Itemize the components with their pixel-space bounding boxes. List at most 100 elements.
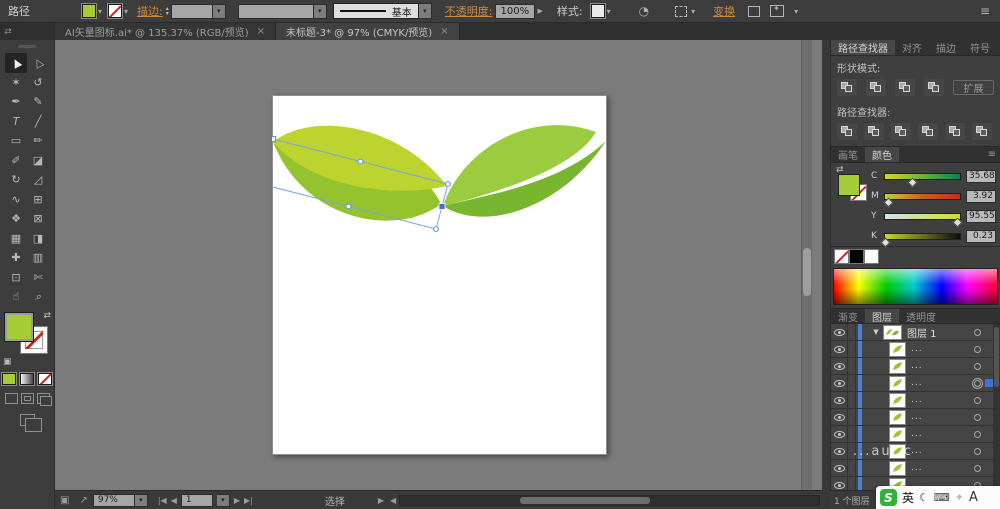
artboard-number-input[interactable]: 1 bbox=[181, 494, 213, 507]
default-fill-stroke-icon[interactable]: ▣ bbox=[3, 357, 12, 367]
horizontal-scrollbar[interactable]: ▶ ◀ bbox=[375, 494, 822, 507]
object-thumbnail[interactable] bbox=[890, 360, 905, 373]
visibility-cell[interactable] bbox=[831, 341, 848, 357]
document-tab[interactable]: AI矢量图标.ai* @ 135.37% (RGB/预览) × bbox=[55, 23, 276, 40]
target-circle-icon[interactable] bbox=[974, 465, 981, 472]
first-artboard-button[interactable]: |◀ bbox=[158, 496, 167, 505]
scroll-right-arrow-icon[interactable]: ▶ bbox=[375, 496, 387, 505]
channel-value-input[interactable]: 95.55 bbox=[966, 210, 996, 223]
stroke-dropdown-icon[interactable]: ▾ bbox=[124, 7, 128, 16]
scroll-left-arrow-icon[interactable]: ◀ bbox=[387, 496, 399, 505]
lock-cell[interactable] bbox=[848, 426, 856, 442]
target-circle-icon[interactable] bbox=[974, 363, 981, 370]
layer-name[interactable]: ... bbox=[911, 378, 923, 388]
object-thumbnail[interactable] bbox=[890, 462, 905, 475]
toolbox-grip[interactable] bbox=[0, 40, 54, 53]
gradient-tool[interactable]: ◨ bbox=[27, 229, 49, 249]
night-mode-icon[interactable]: ☾ bbox=[919, 491, 929, 504]
stepper-down-icon[interactable]: ▾ bbox=[166, 11, 169, 16]
outline-op[interactable] bbox=[945, 123, 965, 140]
expand-button[interactable]: 扩展 bbox=[953, 80, 994, 95]
keyboard-icon[interactable]: ⌨ bbox=[934, 491, 950, 504]
select-similar-dropdown[interactable]: ▾ bbox=[691, 7, 695, 16]
zoom-tool[interactable]: ⌕ bbox=[27, 287, 49, 307]
direct-selection-tool[interactable]: △ bbox=[27, 53, 49, 73]
line-segment-tool[interactable]: ╱ bbox=[27, 112, 49, 132]
eye-icon[interactable] bbox=[834, 431, 845, 438]
swap-fill-stroke-icon[interactable]: ⇄ bbox=[43, 311, 51, 321]
language-toggle[interactable]: 英 bbox=[902, 489, 914, 506]
panel-tab[interactable]: 渐变 bbox=[831, 309, 865, 323]
visibility-cell[interactable] bbox=[831, 358, 848, 374]
unite-mode[interactable] bbox=[837, 79, 857, 96]
object-thumbnail[interactable] bbox=[890, 445, 905, 458]
none-mode-button[interactable] bbox=[38, 373, 52, 385]
layer-name[interactable]: ... bbox=[911, 344, 923, 354]
lock-cell[interactable] bbox=[848, 375, 856, 391]
perspective-grid-tool[interactable]: ⊞ bbox=[27, 190, 49, 210]
eye-icon[interactable] bbox=[834, 397, 845, 404]
hand-tool[interactable]: ☝ bbox=[5, 287, 27, 307]
visibility-cell[interactable] bbox=[831, 392, 848, 408]
visibility-cell[interactable] bbox=[831, 375, 848, 391]
style-swatch[interactable] bbox=[591, 4, 605, 18]
paintbrush-tool[interactable]: ✏ bbox=[27, 131, 49, 151]
transform-link[interactable]: 变换 bbox=[713, 3, 735, 19]
panel-tab[interactable]: 符号 bbox=[963, 40, 997, 55]
visibility-cell[interactable] bbox=[831, 409, 848, 425]
layer-row[interactable]: ▼ 图层 1 bbox=[831, 324, 1000, 341]
none-swatch[interactable] bbox=[835, 250, 848, 263]
panel-tab[interactable]: 透明度 bbox=[899, 309, 943, 323]
graph-tool[interactable]: ▥ bbox=[27, 248, 49, 268]
zoom-level-dropdown[interactable]: ▾ bbox=[135, 494, 148, 507]
export-icon[interactable]: ↗ bbox=[79, 495, 87, 506]
document-tab-title[interactable]: 未标题-3* @ 97% (CMYK/预览) bbox=[286, 24, 432, 39]
draw-normal-icon[interactable] bbox=[5, 393, 18, 404]
object-thumbnail[interactable] bbox=[890, 343, 905, 356]
channel-value-input[interactable]: 35.68 bbox=[966, 170, 996, 183]
eye-icon[interactable] bbox=[834, 414, 845, 421]
stroke-weight-stepper[interactable]: ▴ ▾ bbox=[166, 6, 169, 16]
previous-artboard-button[interactable]: ◀ bbox=[171, 496, 177, 505]
opacity-arrow-icon[interactable]: ▶ bbox=[537, 7, 542, 15]
layer-row[interactable]: ... bbox=[831, 392, 1000, 409]
gradient-mode-button[interactable] bbox=[20, 373, 34, 385]
layer-row[interactable]: ... bbox=[831, 426, 1000, 443]
visibility-cell[interactable] bbox=[831, 443, 848, 459]
channel-slider-track[interactable] bbox=[884, 193, 961, 200]
layer-name[interactable]: ... bbox=[911, 395, 923, 405]
flatten-preview-icon[interactable]: ▣ bbox=[60, 495, 69, 506]
pen-tool[interactable]: ✒ bbox=[5, 92, 27, 112]
eye-icon[interactable] bbox=[834, 482, 845, 489]
ime-tool-icon[interactable]: ✦ bbox=[955, 491, 964, 504]
object-thumbnail[interactable] bbox=[890, 428, 905, 441]
layer-name[interactable]: ... bbox=[911, 429, 923, 439]
layer-name[interactable]: ... bbox=[911, 463, 923, 473]
layers-scrollbar-thumb[interactable] bbox=[994, 327, 999, 387]
vertical-scrollbar-thumb[interactable] bbox=[803, 248, 811, 296]
stroke-weight-input[interactable] bbox=[171, 4, 213, 19]
eye-icon[interactable] bbox=[834, 380, 845, 387]
document-tab-title[interactable]: AI矢量图标.ai* @ 135.37% (RGB/预览) bbox=[65, 24, 249, 39]
eye-icon[interactable] bbox=[834, 329, 845, 336]
fill-dropdown-icon[interactable]: ▾ bbox=[98, 7, 102, 16]
eye-icon[interactable] bbox=[834, 465, 845, 472]
pencil-tool[interactable]: ✐ bbox=[5, 151, 27, 171]
crop-op[interactable] bbox=[918, 123, 938, 140]
lock-cell[interactable] bbox=[848, 443, 856, 459]
draw-behind-icon[interactable] bbox=[21, 393, 34, 404]
layer-row[interactable]: ... bbox=[831, 443, 1000, 460]
lock-cell[interactable] bbox=[848, 409, 856, 425]
object-thumbnail[interactable] bbox=[890, 377, 905, 390]
brush-definition-input[interactable] bbox=[238, 4, 314, 19]
eyedropper-tool[interactable]: ✚ bbox=[5, 248, 27, 268]
object-thumbnail[interactable] bbox=[890, 411, 905, 424]
visibility-cell[interactable] bbox=[831, 460, 848, 476]
swap-fill-stroke-icon[interactable]: ⇄ bbox=[836, 165, 844, 175]
brush-definition-dropdown[interactable]: ▾ bbox=[314, 4, 327, 19]
layers-scrollbar[interactable] bbox=[993, 324, 1000, 494]
white-swatch[interactable] bbox=[865, 250, 878, 263]
layer-row[interactable]: ... bbox=[831, 375, 1000, 392]
panel-tab[interactable]: 描边 bbox=[929, 40, 963, 55]
lock-cell[interactable] bbox=[848, 324, 856, 340]
